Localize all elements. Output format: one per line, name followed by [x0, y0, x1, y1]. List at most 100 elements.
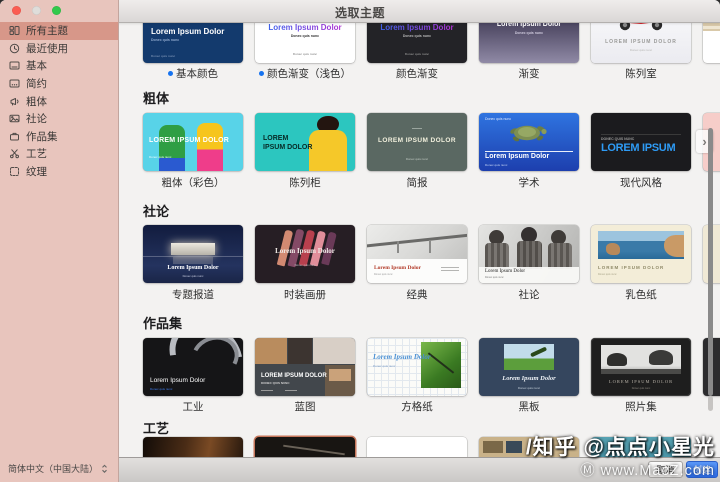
thumb-subtitle: Donec quis nunc: [629, 48, 653, 52]
art-shape: [397, 241, 399, 253]
theme-label-text: 经典: [406, 289, 428, 301]
briefcase-icon: [10, 132, 19, 141]
sea-turtle-icon: [510, 125, 547, 142]
thumb-title: LOREM IPSUM DOLOR: [378, 137, 456, 144]
thumb-title: LOREM IPSUM DOLOR: [608, 379, 674, 384]
thumb-footnote: Donec quis nunc: [292, 52, 318, 56]
theme-label: 方格纸: [361, 399, 473, 414]
close-button[interactable]: [12, 6, 21, 15]
theme-thumbnail-briefing[interactable]: LOREM IPSUM DOLOR Donec quis nunc: [367, 113, 467, 171]
vertical-scrollbar-track[interactable]: [708, 396, 713, 411]
sidebar-item-label: 作品集: [26, 130, 58, 143]
art-shape: [261, 390, 273, 391]
thumb-subtitle: Donec quis nunc: [374, 273, 393, 276]
theme-thumbnail-blueprint[interactable]: LOREM IPSUM DOLOR DONEC QUIS NUNC: [255, 338, 355, 396]
sidebar-items: 所有主题 最近使用 基本 简约 粗体 社论 作品集 工艺 纹理: [0, 22, 118, 180]
theme-label-text: 方格纸: [401, 401, 433, 413]
themes-grid-icon: [9, 26, 20, 36]
thumb-title: Lorem Ipsum Dolor: [275, 247, 335, 255]
sidebar-item-label: 工艺: [26, 148, 47, 161]
theme-label: 学术: [473, 175, 585, 190]
sidebar-item-texture[interactable]: 纹理: [0, 163, 118, 181]
theme-thumbnail-cream-paper[interactable]: LOREM IPSUM DOLOR Donec quis nunc: [591, 225, 691, 283]
theme-label: 工业: [137, 399, 249, 414]
theme-label: 颜色渐变: [361, 66, 473, 81]
section-header-bold: 粗体: [143, 91, 170, 106]
thumb-subtitle: Donec quis nunc: [631, 387, 651, 390]
art-shape: [504, 344, 554, 370]
theme-label-text: 社论: [518, 289, 540, 301]
art-shape: [173, 257, 213, 264]
thumb-title: LOREM IPSUM DOLOR: [149, 137, 230, 144]
theme-label-text: 简报: [406, 177, 428, 189]
theme-thumbnail-showcase[interactable]: LOREM IPSUM DOLOR: [255, 113, 355, 171]
thumb-title: Lorem Ipsum Dolor: [502, 375, 556, 382]
theme-thumbnail-grid-paper[interactable]: Lorem Ipsum Dolor Donec quis nunc: [367, 338, 467, 396]
thumb-subtitle: DONEC QUIS NUNC: [261, 381, 290, 385]
sidebar-item-craft[interactable]: 工艺: [0, 145, 118, 163]
theme-thumbnail-modern[interactable]: DONEC QUIS NUNC LOREM IPSUM: [591, 113, 691, 171]
theme-label-text: 颜色渐变（浅色）: [267, 68, 351, 80]
new-badge-dot: [168, 71, 173, 76]
theme-label: 照片集: [585, 399, 697, 414]
sidebar-item-label: 社论: [26, 113, 47, 126]
thumb-subtitle: DONEC QUIS NUNC: [601, 137, 635, 141]
sidebar-item-portfolio[interactable]: 作品集: [0, 128, 118, 146]
theme-thumbnail-industrial[interactable]: Lorem Ipsum Dolor Donec quis nunc: [143, 338, 243, 396]
art-shape: [329, 369, 351, 381]
minimize-button[interactable]: [32, 6, 41, 15]
thumb-subtitle: Donec quis nunc: [151, 38, 180, 42]
theme-label: 社论: [473, 287, 585, 302]
clock-icon: [9, 43, 20, 54]
zoom-button[interactable]: [52, 6, 61, 15]
sidebar-item-recent[interactable]: 最近使用: [0, 40, 118, 58]
sidebar-item-bold[interactable]: 粗体: [0, 92, 118, 110]
theme-label-text: 基本颜色: [176, 68, 218, 80]
sidebar-item-all-themes[interactable]: 所有主题: [0, 22, 118, 40]
texture-icon: [10, 167, 19, 177]
theme-thumbnail-fashion-book[interactable]: Lorem Ipsum Dolor Donec quis nunc: [255, 225, 355, 283]
thumb-subtitle: Donec quis nunc: [373, 364, 396, 368]
minimal-slide-icon: [9, 79, 20, 88]
scissors-icon: [10, 149, 19, 159]
art-shape: [309, 130, 347, 171]
thumb-subtitle: Donec quis nunc: [598, 273, 617, 276]
art-shape: [598, 231, 684, 259]
art-shape: [285, 390, 297, 391]
updown-chevron-icon: [102, 464, 107, 473]
theme-thumbnail-academic[interactable]: Donec quis nunc Lorem Ipsum Dolor Donec …: [479, 113, 579, 171]
art-shape: [506, 441, 522, 453]
theme-thumbnail-feature-story[interactable]: Lorem Ipsum Dolor Donec quis nunc: [143, 225, 243, 283]
art-shape: [485, 243, 509, 269]
watermark-line2: Ⓜ www.MacZ.com: [580, 463, 715, 479]
art-shape: [485, 151, 573, 152]
theme-thumbnail-chalkboard[interactable]: Lorem Ipsum Dolor Donec quis nunc: [479, 338, 579, 396]
sidebar-item-editorial[interactable]: 社论: [0, 110, 118, 128]
art-shape: [664, 235, 684, 257]
theme-chooser-window: Lorem Ipsum Dolor Donec quis nunc Donec …: [0, 0, 720, 482]
theme-label: 专题报道: [137, 287, 249, 302]
thumb-title: LOREM IPSUM DOLOR: [598, 265, 665, 270]
thumb-title: Lorem Ipsum Dolor: [151, 27, 225, 36]
art-shape: [601, 134, 681, 135]
theme-thumbnail-editorial[interactable]: Lorem Ipsum Dolor Donec quis nunc: [479, 225, 579, 283]
sidebar-item-basic[interactable]: 基本: [0, 57, 118, 75]
art-shape: [412, 128, 422, 129]
thumb-title: Lorem Ipsum Dolor: [373, 353, 431, 361]
art-shape: [517, 241, 542, 269]
vertical-scrollbar[interactable]: [708, 128, 713, 396]
theme-thumbnail-photo-album[interactable]: LOREM IPSUM DOLOR Donec quis nunc: [591, 338, 691, 396]
art-shape: [441, 270, 459, 271]
theme-thumbnail-bold-color[interactable]: LOREM IPSUM DOLOR Donec quis nunc: [143, 113, 243, 171]
sidebar-item-minimal[interactable]: 简约: [0, 75, 118, 93]
sidebar-item-label: 基本: [26, 60, 47, 73]
language-selector[interactable]: 简体中文（中国大陆）: [8, 462, 108, 475]
sidebar-item-label: 所有主题: [26, 25, 68, 38]
thumb-title: LOREM IPSUM DOLOR: [605, 39, 677, 45]
art-shape: [483, 441, 503, 453]
art-shape: [367, 225, 467, 259]
theme-label-text: 学术: [518, 177, 540, 189]
thumb-subtitle: Donec quis nunc: [402, 34, 432, 38]
art-shape: [548, 243, 572, 269]
theme-thumbnail-classic[interactable]: Lorem Ipsum Dolor Donec quis nunc: [367, 225, 467, 283]
